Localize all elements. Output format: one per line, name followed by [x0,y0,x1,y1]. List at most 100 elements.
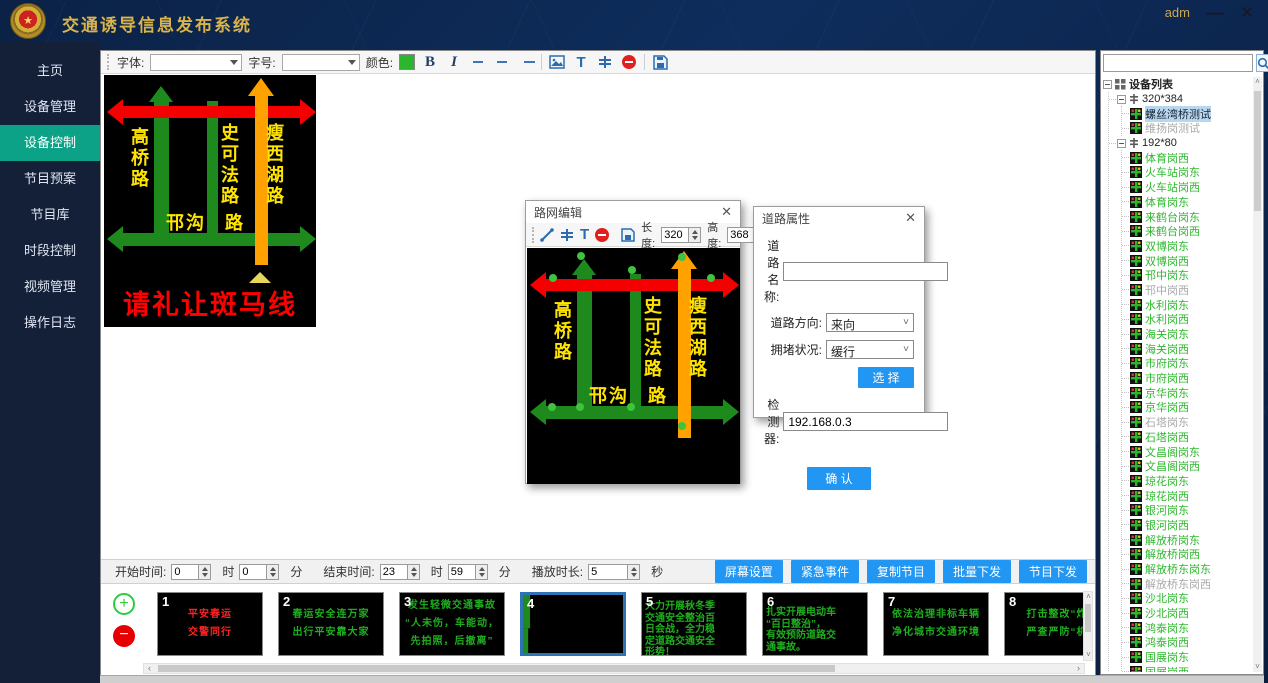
close-button[interactable]: ✕ [1234,2,1260,24]
search-button[interactable] [1256,54,1268,72]
font-size-select[interactable] [282,54,360,71]
playlist-horizontal-scrollbar[interactable]: ‹ › [143,663,1085,674]
device-item[interactable]: 鸿泰岗东 [1122,620,1255,635]
scroll-up-icon[interactable]: ˄ [1084,592,1093,602]
device-item[interactable]: 维扬岗测试 [1122,121,1255,136]
italic-button[interactable]: I [445,53,463,71]
scroll-left-icon[interactable]: ‹ [144,664,155,673]
device-item[interactable]: 海关岗东 [1122,327,1255,342]
sidebar-item-主页[interactable]: 主页 [0,53,100,89]
sidebar-item-设备控制[interactable]: 设备控制 [0,125,100,161]
end-minute-spinner[interactable] [476,564,488,580]
text-tool-button[interactable]: T [572,53,590,71]
playlist-item-5[interactable]: 5大力开展秋冬季交通安全整治百日会战，全力稳定道路交通安全形势！ [641,592,747,656]
device-item[interactable]: 双博岗西 [1122,253,1255,268]
confirm-button[interactable]: 确 认 [807,467,871,490]
align-left-icon[interactable] [469,53,487,71]
align-right-icon[interactable] [517,53,535,71]
device-item[interactable]: 体育岗东 [1122,195,1255,210]
start-hour-spinner[interactable] [199,564,211,580]
expand-icon[interactable] [1117,95,1126,104]
road-sign-display[interactable]: 高桥路史可法路瘦西湖路邗沟路请礼让斑马线 [104,75,316,327]
control-point[interactable] [548,403,556,411]
detector-input[interactable] [783,412,948,431]
sidebar-item-视频管理[interactable]: 视频管理 [0,269,100,305]
end-hour-spinner[interactable] [408,564,420,580]
sidebar-item-时段控制[interactable]: 时段控制 [0,233,100,269]
action-button-紧急事件[interactable]: 紧急事件 [791,560,859,583]
color-swatch[interactable] [399,54,415,70]
playlist-item-2[interactable]: 2春运安全连万家出行平安靠大家 [278,592,384,656]
tree-group-320*384[interactable]: 320*384 [1109,92,1255,107]
font-select[interactable] [150,54,242,71]
duration-spinner[interactable] [628,564,640,580]
device-item[interactable]: 琼花岗西 [1122,488,1255,503]
device-item[interactable]: 水利岗东 [1122,297,1255,312]
save-icon[interactable] [621,226,635,244]
scroll-up-icon[interactable]: ˄ [1253,77,1262,87]
action-button-复制节目[interactable]: 复制节目 [867,560,935,583]
duration-input[interactable] [588,564,628,580]
start-minute-spinner[interactable] [267,564,279,580]
sidebar-item-设备管理[interactable]: 设备管理 [0,89,100,125]
device-item[interactable]: 邗中岗西 [1122,283,1255,298]
playlist-item-3[interactable]: 3发生轻微交通事故“人未伤，车能动，先拍照，后撤离” [399,592,505,656]
control-point[interactable] [707,274,715,282]
device-item[interactable]: 文昌阁岗东 [1122,444,1255,459]
device-item[interactable]: 银河岗东 [1122,503,1255,518]
device-item[interactable]: 水利岗西 [1122,312,1255,327]
control-point[interactable] [628,266,636,274]
end-hour-input[interactable] [380,564,408,580]
device-item[interactable]: 市府岗东 [1122,356,1255,371]
device-item[interactable]: 体育岗西 [1122,150,1255,165]
device-item[interactable]: 沙北岗西 [1122,606,1255,621]
road-direction-select[interactable]: 来向 ˅ [826,313,914,332]
device-item[interactable]: 来鹤台岗东 [1122,209,1255,224]
image-icon[interactable] [548,53,566,71]
end-minute-input[interactable] [448,564,476,580]
bold-button[interactable]: B [421,53,439,71]
text-tool-button[interactable]: T [580,226,589,244]
device-item[interactable]: 琼花岗东 [1122,474,1255,489]
device-item[interactable]: 国展岗东 [1122,650,1255,665]
device-item[interactable]: 银河岗西 [1122,518,1255,533]
action-button-批量下发[interactable]: 批量下发 [943,560,1011,583]
action-button-节目下发[interactable]: 节目下发 [1019,560,1087,583]
control-point[interactable] [576,403,584,411]
expand-icon[interactable] [1103,80,1112,89]
align-center-icon[interactable] [493,53,511,71]
road-tool-icon[interactable] [596,53,614,71]
device-item[interactable]: 来鹤台岗西 [1122,224,1255,239]
tree-group-192*80[interactable]: 192*80 [1109,136,1255,151]
playlist-item-8[interactable]: 8打击整改“炸严查严防“机 [1004,592,1083,656]
device-item[interactable]: 国展岗西 [1122,665,1255,673]
road-name-input[interactable] [783,262,948,281]
action-button-屏幕设置[interactable]: 屏幕设置 [715,560,783,583]
sidebar-item-节目库[interactable]: 节目库 [0,197,100,233]
length-spinner[interactable] [689,227,701,243]
scroll-down-icon[interactable]: ˅ [1253,662,1262,672]
control-point[interactable] [678,253,686,261]
tree-scrollbar[interactable]: ˄ ˅ [1253,77,1262,672]
remove-program-button[interactable]: − [113,625,135,647]
device-item[interactable]: 解放桥岗西 [1122,547,1255,562]
device-item[interactable]: 邗中岗东 [1122,268,1255,283]
device-item[interactable]: 解放桥东岗东 [1122,562,1255,577]
start-minute-input[interactable] [239,564,267,580]
device-item[interactable]: 市府岗西 [1122,371,1255,386]
height-input[interactable] [727,227,755,243]
save-icon[interactable] [651,53,669,71]
device-item[interactable]: 京华岗西 [1122,400,1255,415]
device-item[interactable]: 沙北岗东 [1122,591,1255,606]
playlist-item-1[interactable]: 1平安春运交警同行 [157,592,263,656]
expand-icon[interactable] [1117,139,1126,148]
line-tool-icon[interactable] [540,226,554,244]
search-input[interactable] [1103,54,1253,72]
close-icon[interactable]: ✕ [905,210,916,226]
device-item[interactable]: 解放桥东岗西 [1122,576,1255,591]
add-program-button[interactable]: + [113,593,135,615]
control-point[interactable] [549,274,557,282]
delete-tool-icon[interactable] [620,53,638,71]
playlist-item-7[interactable]: 7依法治理非标车辆净化城市交通环境 [883,592,989,656]
device-item[interactable]: 京华岗东 [1122,385,1255,400]
